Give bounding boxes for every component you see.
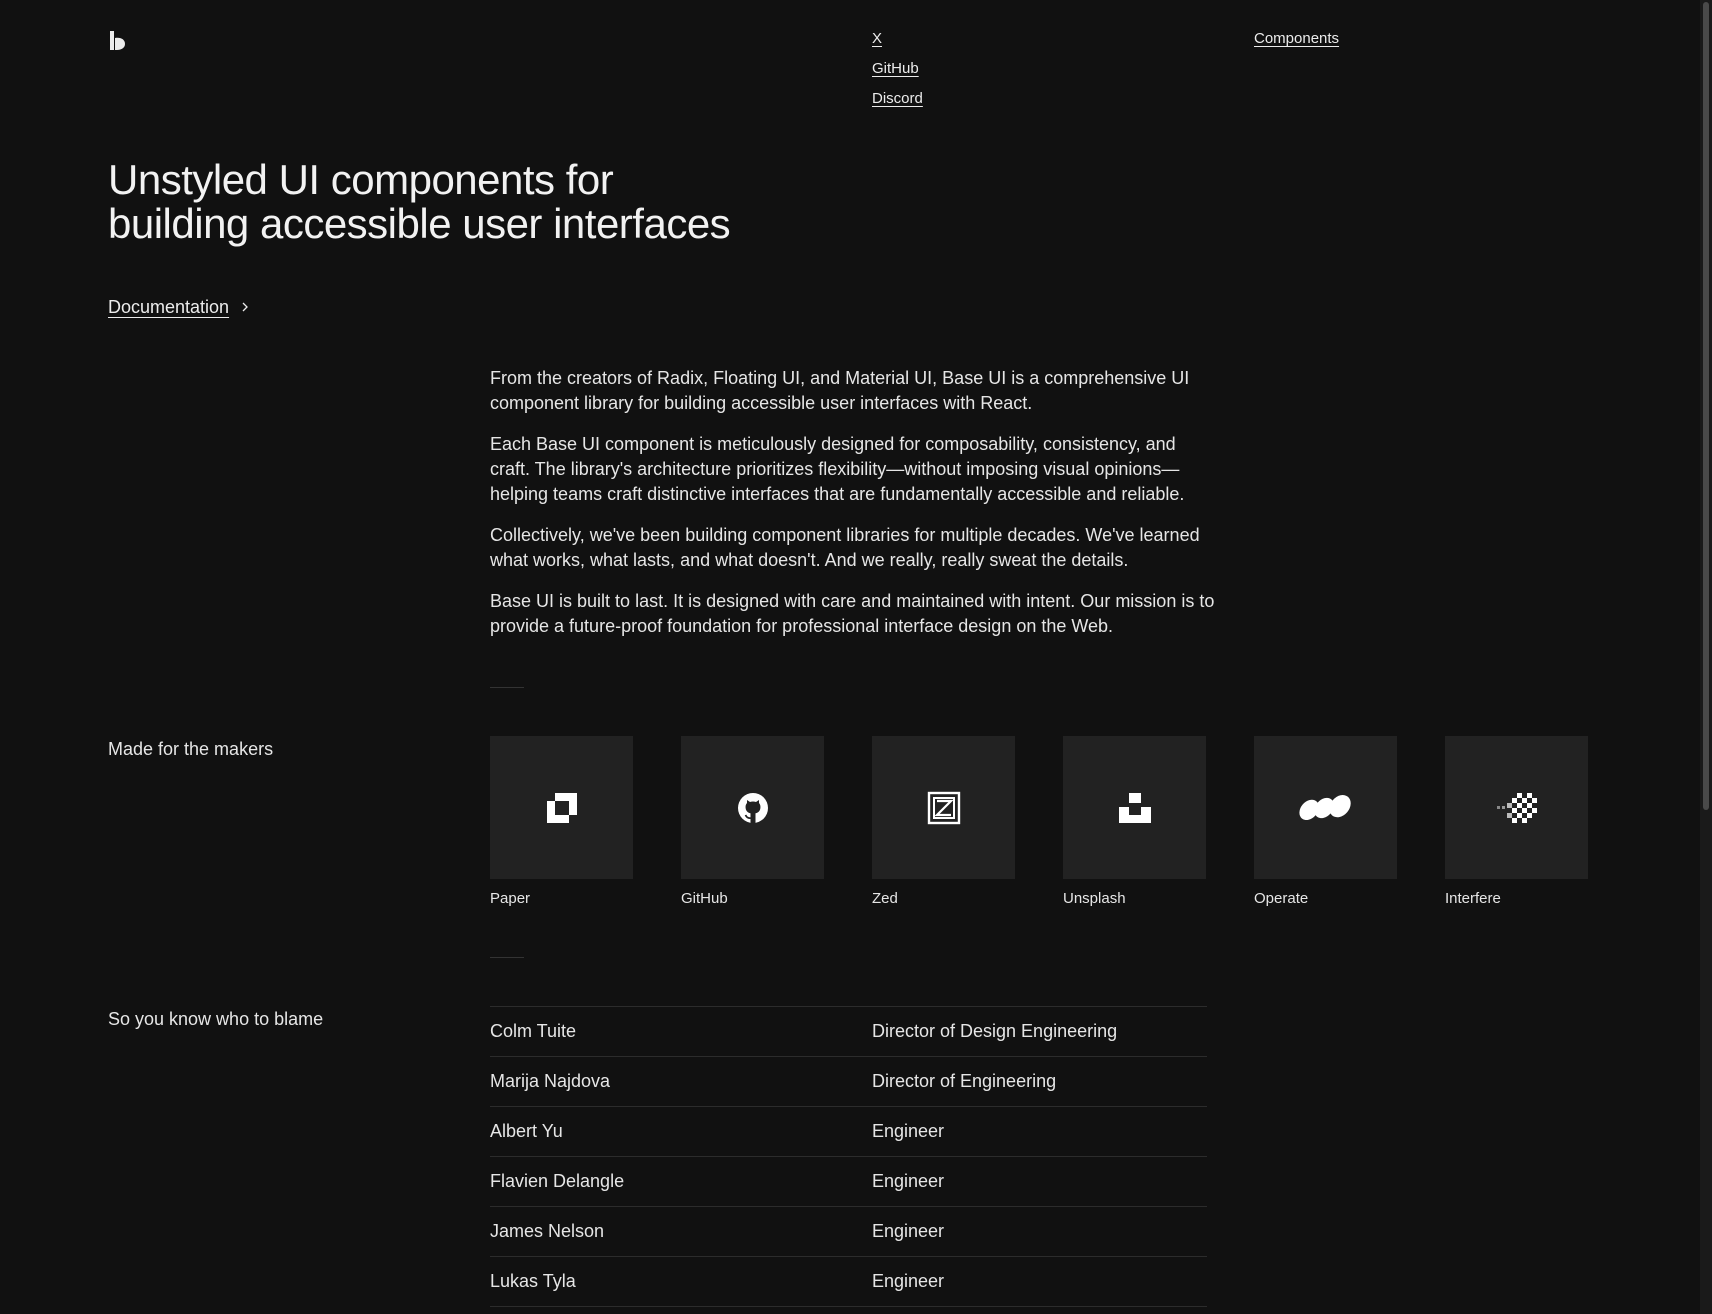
link-x[interactable]: X bbox=[872, 29, 923, 48]
maker-tile bbox=[1254, 736, 1397, 879]
intro-paragraph: Collectively, we've been building compon… bbox=[490, 525, 1200, 570]
team-table: Colm Tuite Director of Design Engineerin… bbox=[490, 1006, 1207, 1307]
maker-tile bbox=[1445, 736, 1588, 879]
makers-heading: Made for the makers bbox=[108, 739, 274, 759]
link-discord[interactable]: Discord bbox=[872, 89, 923, 108]
makers-grid: Paper GitHub Zed Unsplash Operate Interf… bbox=[490, 736, 1588, 909]
member-name: Lukas Tyla bbox=[490, 1271, 576, 1291]
maker-name: Unsplash bbox=[1063, 890, 1126, 907]
intro-text: From the creators of Radix, Floating UI,… bbox=[490, 366, 1220, 655]
chevron-right-icon bbox=[242, 302, 248, 312]
maker-card-unsplash[interactable]: Unsplash bbox=[1063, 736, 1206, 909]
table-row: James Nelson Engineer bbox=[490, 1207, 1207, 1257]
zed-logo-icon bbox=[927, 791, 960, 824]
maker-card-operate[interactable]: Operate bbox=[1254, 736, 1397, 909]
maker-tile bbox=[490, 736, 633, 879]
paper-logo-icon bbox=[546, 792, 577, 823]
link-github[interactable]: GitHub bbox=[872, 59, 923, 78]
title-line-1: Unstyled UI components for bbox=[108, 156, 614, 203]
table-row: Lukas Tyla Engineer bbox=[490, 1257, 1207, 1307]
maker-tile bbox=[1063, 736, 1206, 879]
scrollbar-thumb[interactable] bbox=[1703, 2, 1709, 810]
member-name: Marija Najdova bbox=[490, 1071, 611, 1091]
maker-card-interfere[interactable]: Interfere bbox=[1445, 736, 1588, 909]
maker-card-paper[interactable]: Paper bbox=[490, 736, 633, 909]
intro-paragraph: From the creators of Radix, Floating UI,… bbox=[490, 368, 1190, 413]
table-row: Marija Najdova Director of Engineering bbox=[490, 1057, 1207, 1107]
member-role: Director of Engineering bbox=[872, 1071, 1057, 1091]
nav-components-link[interactable]: Components bbox=[1254, 30, 1339, 47]
table-row: Colm Tuite Director of Design Engineerin… bbox=[490, 1007, 1207, 1057]
intro-paragraph: Base UI is built to last. It is designed… bbox=[490, 591, 1215, 636]
intro-paragraph: Each Base UI component is meticulously d… bbox=[490, 434, 1185, 504]
member-name: Albert Yu bbox=[490, 1121, 563, 1141]
table-row: Flavien Delangle Engineer bbox=[490, 1157, 1207, 1207]
section-divider bbox=[490, 687, 524, 688]
github-logo-icon bbox=[737, 792, 768, 823]
title-line-2: building accessible user interfaces bbox=[108, 200, 731, 247]
documentation-link[interactable]: Documentation bbox=[108, 295, 251, 319]
member-role: Engineer bbox=[872, 1221, 945, 1241]
main-nav: Components bbox=[1254, 29, 1339, 48]
maker-name: GitHub bbox=[681, 890, 728, 907]
maker-tile bbox=[872, 736, 1015, 879]
member-name: James Nelson bbox=[490, 1221, 605, 1241]
member-role: Engineer bbox=[872, 1271, 945, 1291]
member-name: Colm Tuite bbox=[490, 1021, 577, 1041]
external-links: X GitHub Discord bbox=[872, 29, 923, 108]
member-role: Engineer bbox=[872, 1121, 945, 1141]
member-role: Engineer bbox=[872, 1171, 945, 1191]
member-role: Director of Design Engineering bbox=[872, 1021, 1118, 1041]
team-heading: So you know who to blame bbox=[108, 1009, 324, 1029]
page-scrollbar[interactable] bbox=[1700, 0, 1712, 1314]
table-row: Albert Yu Engineer bbox=[490, 1107, 1207, 1157]
maker-name: Operate bbox=[1254, 890, 1309, 907]
documentation-link-label: Documentation bbox=[108, 297, 230, 317]
interfere-logo-icon bbox=[1496, 792, 1537, 823]
maker-card-zed[interactable]: Zed bbox=[872, 736, 1015, 909]
maker-card-github[interactable]: GitHub bbox=[681, 736, 824, 909]
maker-tile bbox=[681, 736, 824, 879]
base-ui-logo-icon[interactable] bbox=[108, 29, 128, 52]
page: X GitHub Discord Components Unstyled UI … bbox=[0, 0, 1712, 1314]
section-divider bbox=[490, 957, 524, 958]
member-name: Flavien Delangle bbox=[490, 1171, 625, 1191]
operate-logo-icon bbox=[1298, 794, 1351, 820]
unsplash-logo-icon bbox=[1118, 792, 1151, 823]
maker-name: Paper bbox=[490, 890, 531, 907]
maker-name: Interfere bbox=[1445, 890, 1501, 907]
maker-name: Zed bbox=[872, 890, 898, 907]
page-title: Unstyled UI components for building acce… bbox=[108, 158, 808, 246]
